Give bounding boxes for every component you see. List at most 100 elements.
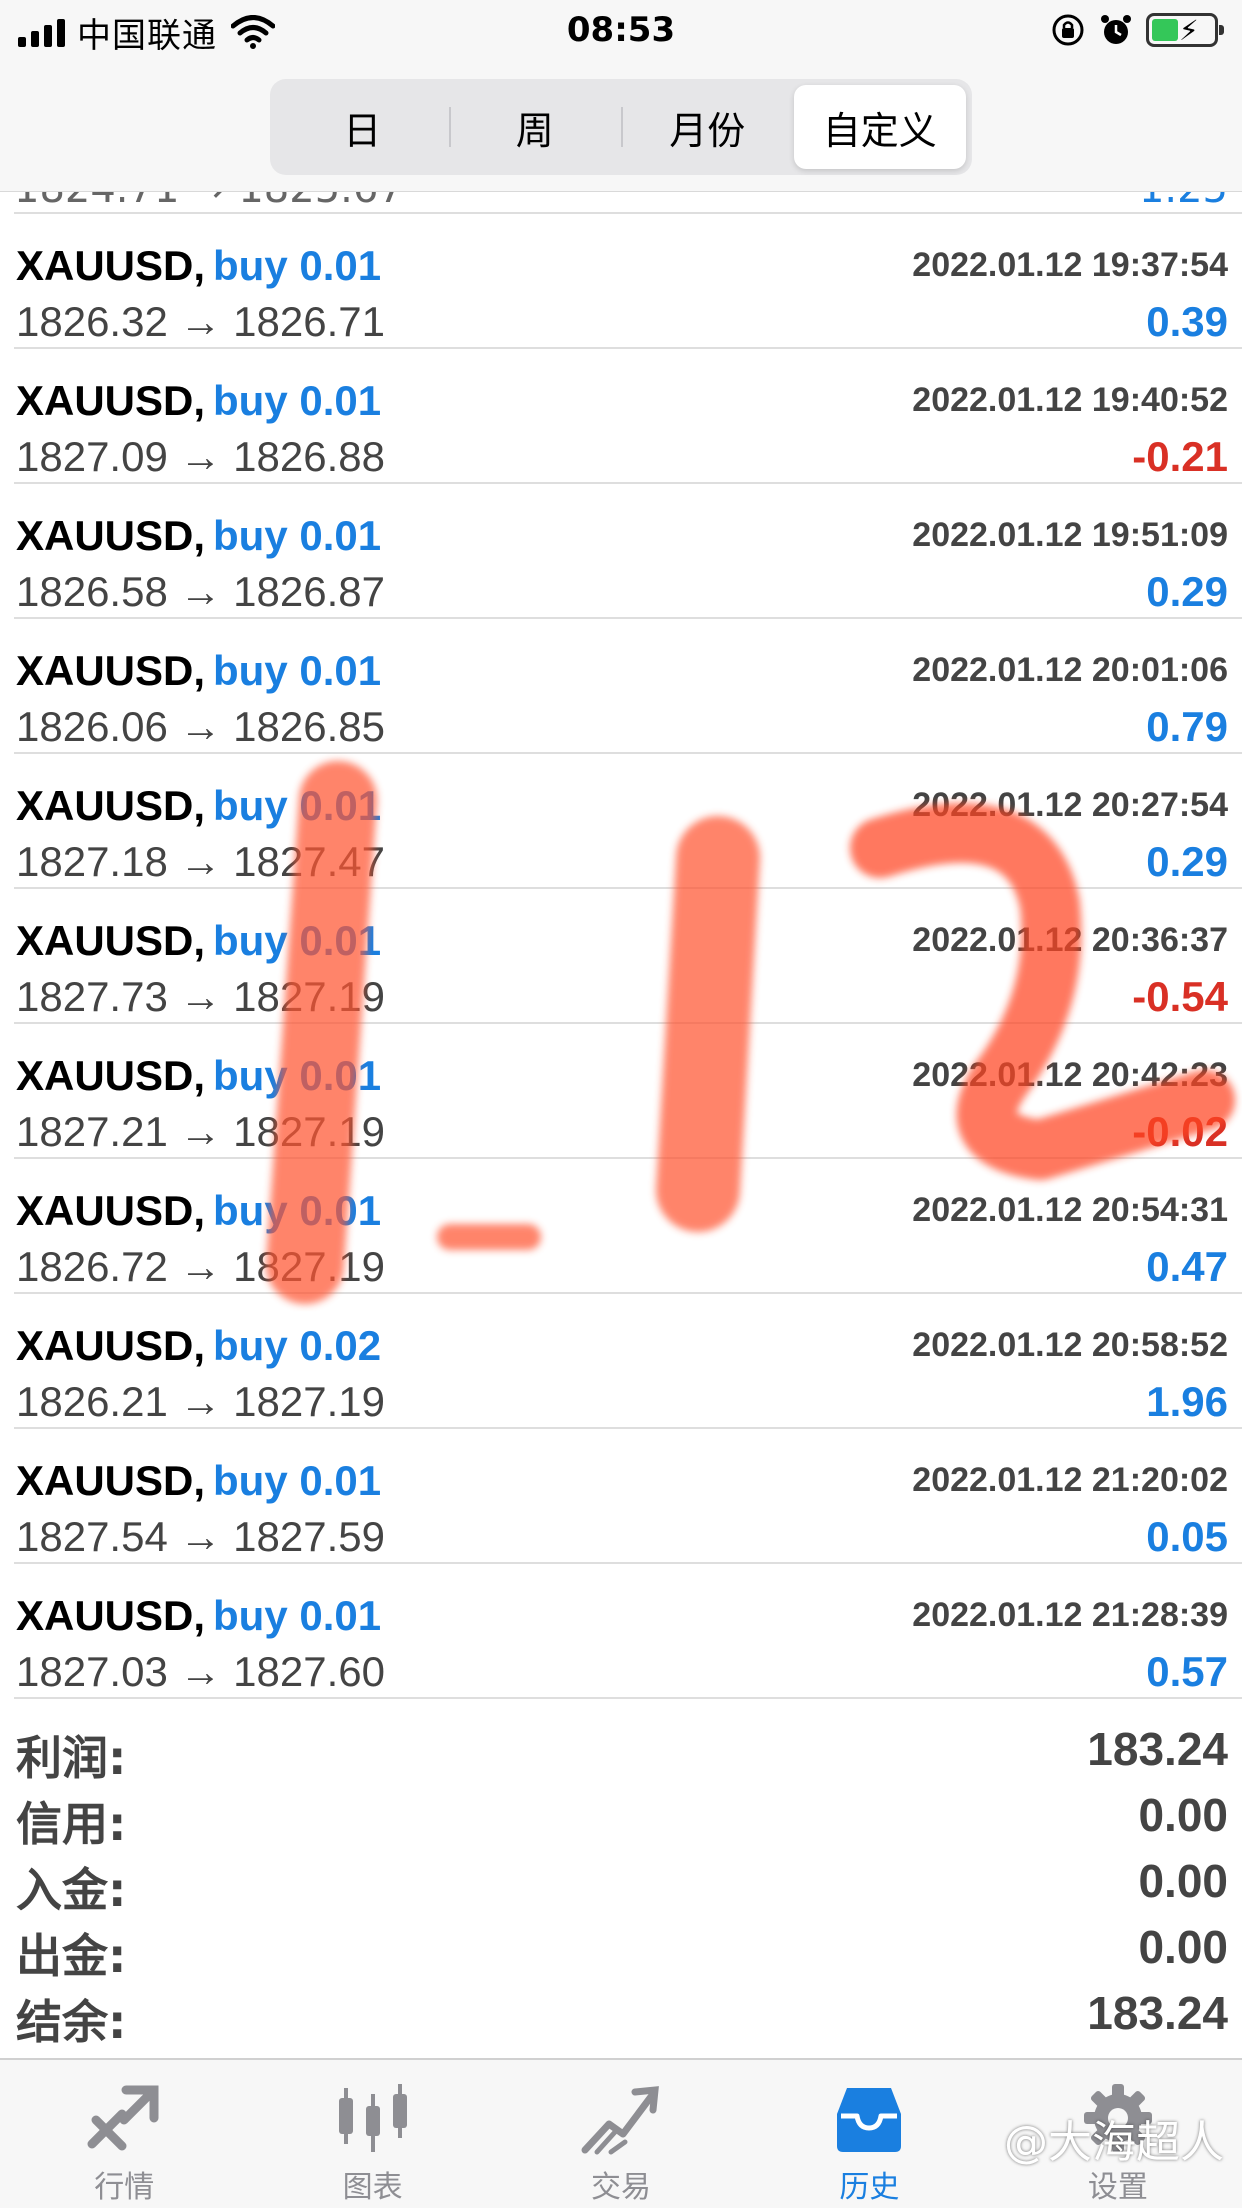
trade-time: 2022.01.12 21:28:39 <box>912 1596 1228 1634</box>
trade-prices: 1827.18 → 1827.47 <box>16 838 385 885</box>
status-bar: 中国联通 08:53 ⚡ <box>0 0 1242 62</box>
history-icon <box>837 2088 902 2152</box>
trade-symbol: XAUUSD, buy 0.01 <box>16 1592 381 1640</box>
summary-value: 0.00 <box>1138 1855 1228 1907</box>
partial-profit: 1.25 <box>1139 192 1228 212</box>
symbol-label: XAUUSD, <box>16 1457 206 1504</box>
summary-value: 183.24 <box>1087 1723 1228 1775</box>
summary-label: 结余: <box>16 1995 127 2049</box>
partial-prices: 1824.71 → 1825.67 <box>14 192 404 212</box>
trade-time: 2022.01.12 19:51:09 <box>912 516 1228 554</box>
tab-trade[interactable]: 交易 <box>497 2060 745 2208</box>
trade-prices: 1826.21 → 1827.19 <box>16 1378 385 1425</box>
symbol-label: XAUUSD, <box>16 377 206 424</box>
side-volume-label: buy 0.01 <box>213 782 382 829</box>
trade-time: 2022.01.12 20:01:06 <box>912 651 1228 689</box>
trade-prices: 1826.32 → 1826.71 <box>16 298 385 345</box>
symbol-label: XAUUSD, <box>16 1052 206 1099</box>
summary-row: 结余: 183.24 <box>14 1982 1228 2049</box>
trade-row[interactable]: XAUUSD, buy 0.01 2022.01.12 20:54:31 1826.7… <box>14 1159 1242 1294</box>
summary-label: 利润: <box>16 1731 127 1785</box>
trade-time: 2022.01.12 19:40:52 <box>912 381 1228 419</box>
trade-profit: 0.29 <box>1146 568 1228 615</box>
period-segmented-control: 日 周 月份 自定义 <box>270 79 972 175</box>
trade-time: 2022.01.12 19:37:54 <box>912 246 1228 284</box>
trade-symbol: XAUUSD, buy 0.01 <box>16 242 381 290</box>
trade-profit: -0.21 <box>1132 433 1228 480</box>
chart-icon <box>338 2084 407 2152</box>
trade-profit: 0.39 <box>1146 298 1228 345</box>
trade-profit: 0.57 <box>1146 1648 1228 1695</box>
period-month-tab[interactable]: 月份 <box>621 85 794 169</box>
trade-row[interactable]: XAUUSD, buy 0.01 2022.01.12 19:37:54 1826.3… <box>14 214 1242 349</box>
symbol-label: XAUUSD, <box>16 782 206 829</box>
trade-profit: 0.29 <box>1146 838 1228 885</box>
trade-symbol: XAUUSD, buy 0.01 <box>16 1052 381 1100</box>
side-volume-label: buy 0.01 <box>213 1592 382 1639</box>
trade-prices: 1827.03 → 1827.60 <box>16 1648 385 1695</box>
symbol-label: XAUUSD, <box>16 1187 206 1234</box>
side-volume-label: buy 0.01 <box>213 1187 382 1234</box>
side-volume-label: buy 0.01 <box>213 1052 382 1099</box>
trade-prices: 1826.58 → 1826.87 <box>16 568 385 615</box>
trade-prices: 1826.06 → 1826.85 <box>16 703 385 750</box>
side-volume-label: buy 0.01 <box>213 917 382 964</box>
period-week-tab[interactable]: 周 <box>448 85 622 169</box>
trade-profit: 0.05 <box>1146 1513 1228 1560</box>
trade-symbol: XAUUSD, buy 0.01 <box>16 647 381 695</box>
trade-row[interactable]: XAUUSD, buy 0.01 2022.01.12 20:36:37 1827.7… <box>14 889 1242 1024</box>
orientation-lock-icon <box>1052 14 1084 46</box>
trade-history-list[interactable]: 1824.71 → 1825.67 1.25 XAUUSD,buy 0.0120… <box>0 192 1242 1699</box>
summary-label: 出金: <box>16 1929 127 1983</box>
trade-symbol: XAUUSD, buy 0.01 <box>16 1187 381 1235</box>
side-volume-label: buy 0.02 <box>213 1322 382 1369</box>
tab-label: 历史 <box>839 2170 900 2205</box>
trade-row[interactable]: XAUUSD, buy 0.02 2022.01.12 20:58:52 1826.2… <box>14 1294 1242 1429</box>
trade-profit: 0.79 <box>1146 703 1228 750</box>
trade-row[interactable]: XAUUSD, buy 0.01 2022.01.12 20:27:54 1827.1… <box>14 754 1242 889</box>
side-volume-label: buy 0.01 <box>213 512 382 559</box>
trade-profit: 1.96 <box>1146 1378 1228 1425</box>
symbol-label: XAUUSD, <box>16 512 206 559</box>
trade-time: 2022.01.12 20:36:37 <box>912 921 1228 959</box>
side-volume-label: buy 0.01 <box>213 647 382 694</box>
alarm-icon <box>1101 15 1131 44</box>
trade-symbol: XAUUSD, buy 0.01 <box>16 917 381 965</box>
trade-time: 2022.01.12 20:27:54 <box>912 786 1228 824</box>
trade-time: 2022.01.12 21:20:02 <box>912 1461 1228 1499</box>
side-volume-label: buy 0.01 <box>213 377 382 424</box>
trade-row[interactable]: XAUUSD, buy 0.01 2022.01.12 20:01:06 1826.0… <box>14 619 1242 754</box>
tab-history[interactable]: 历史 <box>745 2060 993 2208</box>
trade-time: 2022.01.12 20:54:31 <box>912 1191 1228 1229</box>
trade-prices: 1826.72 → 1827.19 <box>16 1243 385 1290</box>
trade-time: 2022.01.12 20:42:23 <box>912 1056 1228 1094</box>
trade-row[interactable]: XAUUSD, buy 0.01 2022.01.12 19:51:09 1826.5… <box>14 484 1242 619</box>
summary-value: 0.00 <box>1138 1921 1228 1973</box>
tab-quotes[interactable]: 行情 <box>0 2060 248 2208</box>
summary-row: 信用: 0.00 <box>14 1784 1228 1851</box>
quotes-icon <box>87 2085 159 2151</box>
partial-trade-row[interactable]: 1824.71 → 1825.67 1.25 <box>14 192 1242 214</box>
trade-row[interactable]: XAUUSD, buy 0.01 2022.01.12 21:28:39 1827.0… <box>14 1564 1242 1699</box>
status-right: ⚡ <box>1050 12 1224 48</box>
trade-row[interactable]: XAUUSD, buy 0.01 2022.01.12 20:42:23 1827.2… <box>14 1024 1242 1159</box>
trade-row[interactable]: XAUUSD, buy 0.01 2022.01.12 19:40:52 1827.0… <box>14 349 1242 484</box>
side-volume-label: buy 0.01 <box>213 242 382 289</box>
summary-value: 183.24 <box>1087 1987 1228 2039</box>
tab-label: 交易 <box>591 2170 652 2205</box>
trade-row[interactable]: XAUUSD, buy 0.01 2022.01.12 21:20:02 1827.5… <box>14 1429 1242 1564</box>
period-custom-tab[interactable]: 自定义 <box>793 85 966 169</box>
tab-chart[interactable]: 图表 <box>248 2060 496 2208</box>
tab-label: 图表 <box>342 2170 403 2205</box>
trade-profit: 0.47 <box>1146 1243 1228 1290</box>
period-day-tab[interactable]: 日 <box>276 85 449 169</box>
trade-profit: -0.54 <box>1132 973 1228 1020</box>
trade-prices: 1827.21 → 1827.19 <box>16 1108 385 1155</box>
trade-time: 2022.01.12 20:58:52 <box>912 1326 1228 1364</box>
trade-prices: 1827.54 → 1827.59 <box>16 1513 385 1560</box>
symbol-label: XAUUSD, <box>16 1322 206 1369</box>
account-summary: 利润: 183.24 信用: 0.00 入金: 0.00 出金: 0.00 结余: 183.24 <box>14 1718 1228 2049</box>
trade-symbol: XAUUSD, buy 0.02 <box>16 1322 381 1370</box>
symbol-label: XAUUSD, <box>16 1592 206 1639</box>
trade-profit: -0.02 <box>1132 1108 1228 1155</box>
